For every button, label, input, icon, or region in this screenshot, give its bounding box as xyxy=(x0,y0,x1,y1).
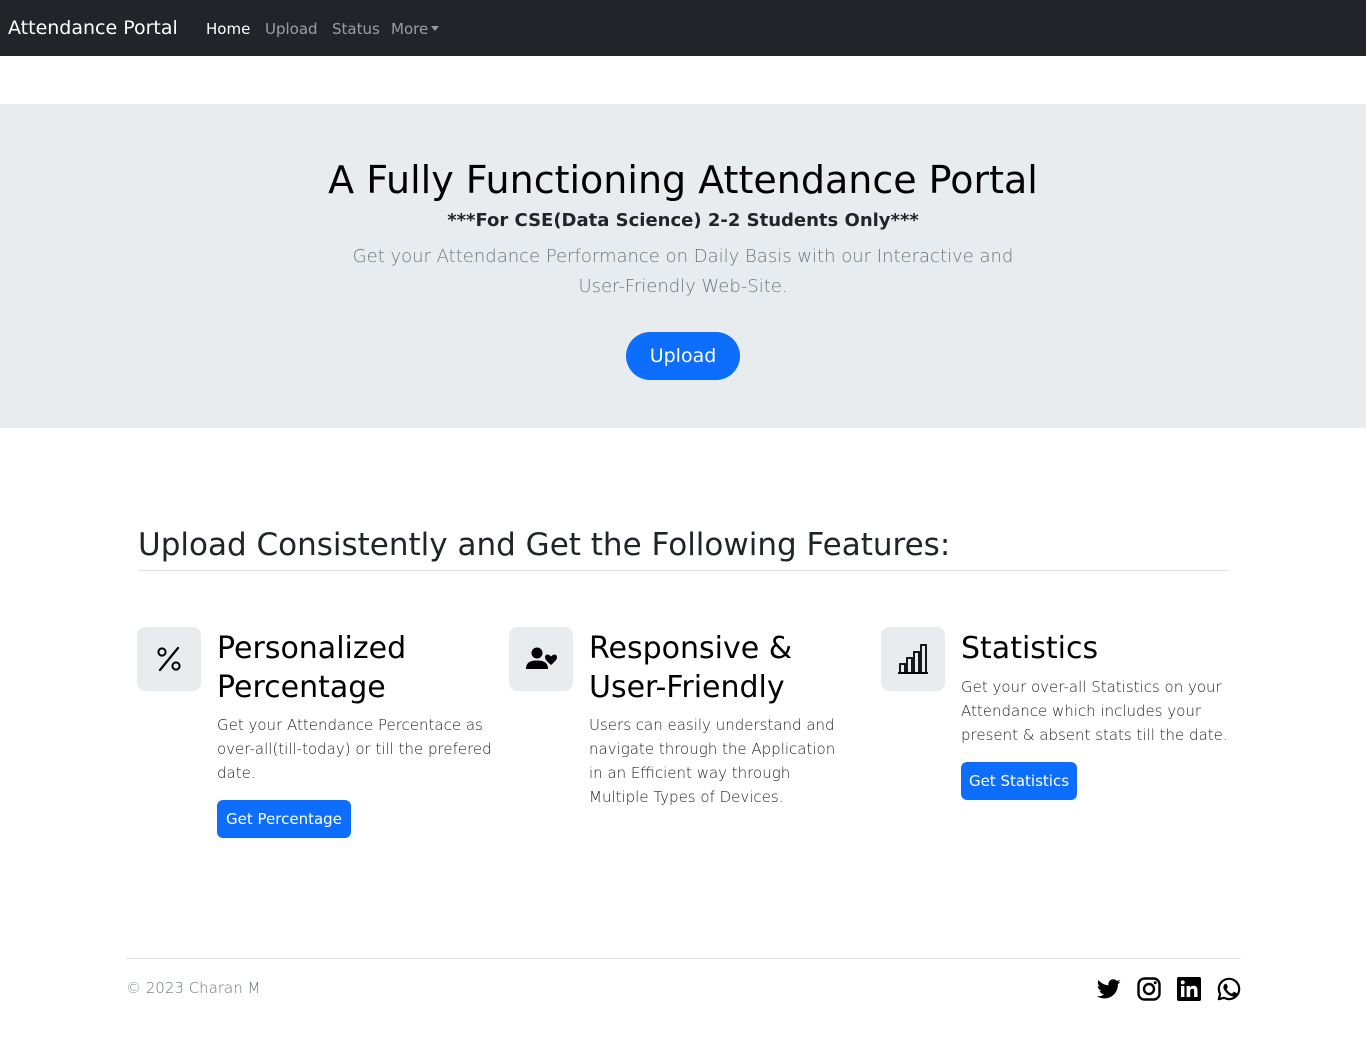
feature-text-responsive: Users can easily understand and navigate… xyxy=(589,716,836,806)
twitter-link[interactable] xyxy=(1097,977,1121,1001)
feature-text-statistics: Get your over-all Statistics on your Att… xyxy=(961,678,1228,744)
linkedin-icon xyxy=(1177,977,1201,1001)
features-divider xyxy=(138,570,1229,571)
nav-dropdown-more[interactable]: More xyxy=(391,19,440,39)
hero-subtitle: ***For CSE(Data Science) 2-2 Students On… xyxy=(447,210,919,231)
features-heading: Upload Consistently and Get the Followin… xyxy=(138,527,951,563)
feature-icon-box-responsive xyxy=(509,627,573,691)
instagram-link[interactable] xyxy=(1137,977,1161,1001)
feature-icon-box-statistics xyxy=(881,627,945,691)
navbar: Attendance Portal Home Upload Status Mor… xyxy=(0,0,1366,56)
hero-lead: Get your Attendance Performance on Daily… xyxy=(352,246,1014,297)
get-statistics-button[interactable]: Get Statistics xyxy=(961,762,1077,800)
upload-button[interactable]: Upload xyxy=(626,332,740,380)
feature-title-percentage: Personalized Percentage xyxy=(217,631,407,705)
bar-chart-icon xyxy=(898,644,928,674)
whatsapp-link[interactable] xyxy=(1217,977,1241,1001)
feature-title-responsive: Responsive & User-Friendly xyxy=(589,631,793,705)
feature-icon-box-percentage xyxy=(137,627,201,691)
person-heart-icon xyxy=(526,647,557,669)
hero-title: A Fully Functioning Attendance Portal xyxy=(328,158,1038,202)
whatsapp-icon xyxy=(1217,977,1241,1001)
twitter-icon xyxy=(1097,979,1121,999)
navbar-brand[interactable]: Attendance Portal xyxy=(8,16,178,40)
nav-link-home[interactable]: Home xyxy=(206,19,250,39)
footer-copyright: © 2023 Charan M xyxy=(126,979,261,997)
linkedin-link[interactable] xyxy=(1177,977,1201,1001)
feature-title-statistics: Statistics xyxy=(961,631,1099,666)
nav-link-status[interactable]: Status xyxy=(332,19,380,39)
hero-section: A Fully Functioning Attendance Portal **… xyxy=(0,104,1366,428)
nav-more-label: More xyxy=(391,20,429,38)
percent-icon xyxy=(157,646,181,672)
caret-down-icon xyxy=(431,26,440,31)
nav-link-upload[interactable]: Upload xyxy=(265,19,318,39)
get-percentage-button[interactable]: Get Percentage xyxy=(217,800,351,838)
instagram-icon xyxy=(1137,977,1161,1001)
footer-divider xyxy=(126,958,1241,959)
feature-text-percentage: Get your Attendance Percentace as over-a… xyxy=(217,716,492,782)
